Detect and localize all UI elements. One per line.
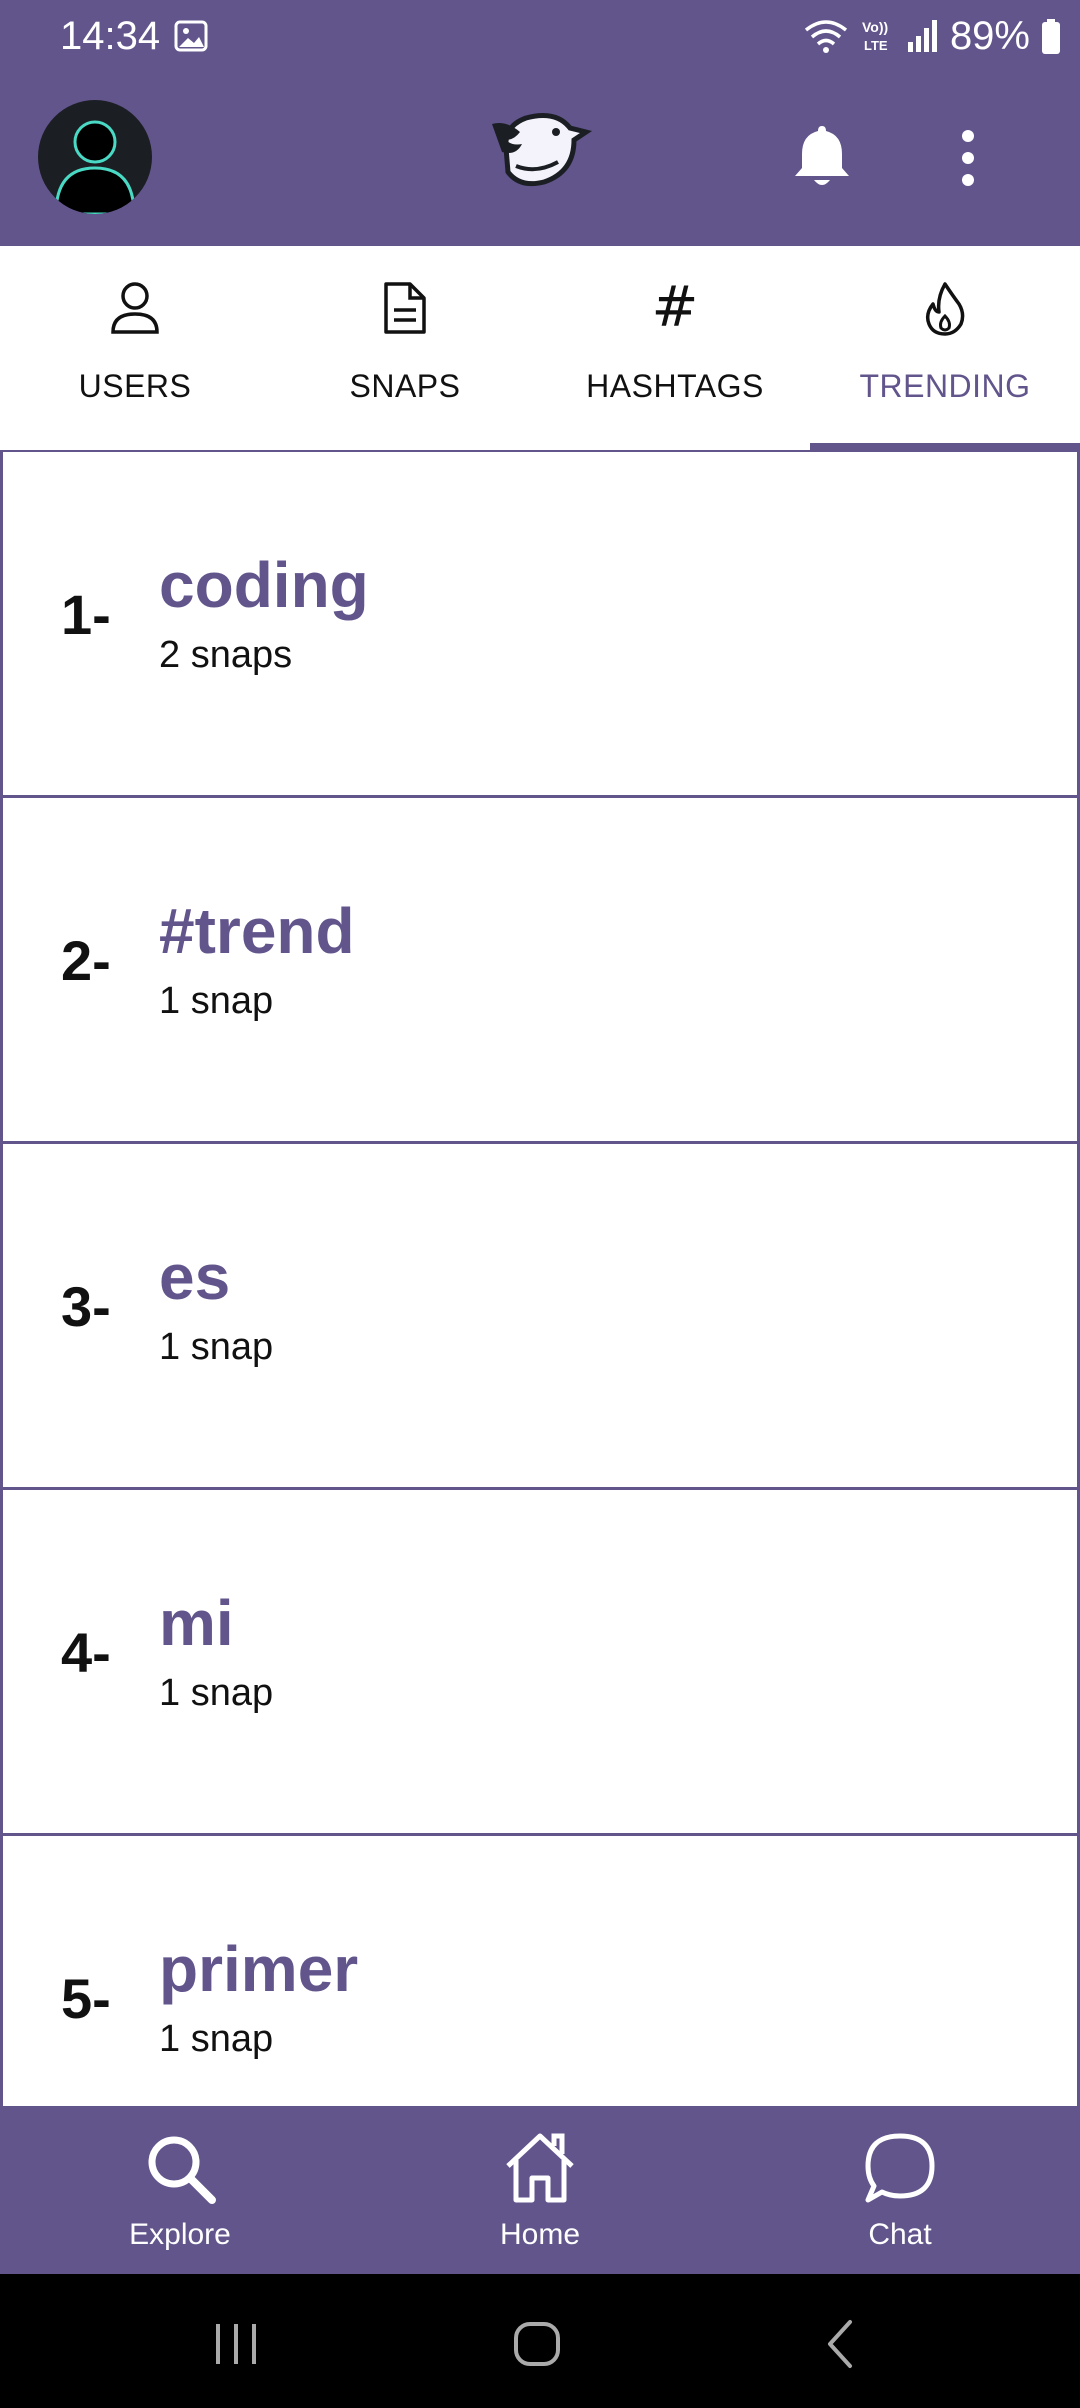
recent-apps-icon[interactable] [206, 2314, 266, 2374]
trending-tag[interactable]: mi [159, 1586, 234, 1660]
tab-label: HASHTAGS [586, 368, 764, 404]
trending-tag[interactable]: coding [159, 548, 369, 622]
trending-rank: 4- [61, 1621, 111, 1684]
trending-rank: 5- [61, 1967, 111, 2030]
tab-bar: USERS SNAPS # HASHTAGS TRENDING [0, 246, 1080, 450]
trending-tag[interactable]: #trend [159, 894, 355, 968]
nav-chat[interactable]: Chat [720, 2106, 1080, 2274]
chat-icon [865, 2133, 935, 2203]
status-bar: 14:34 Vo)) LTE 89% [0, 0, 1080, 72]
tab-trending[interactable]: TRENDING [810, 246, 1080, 450]
gallery-icon [174, 20, 208, 52]
nav-label: Explore [129, 2218, 231, 2251]
trending-count: 1 snap [159, 1326, 274, 1368]
tab-snaps[interactable]: SNAPS [270, 246, 540, 450]
trending-count: 2 snaps [159, 634, 293, 676]
nav-label: Chat [868, 2218, 932, 2251]
trending-tag[interactable]: primer [159, 1932, 358, 2006]
bottom-nav: Explore Home Chat [0, 2106, 1080, 2274]
trending-item[interactable]: 4- mi 1 snap [0, 1490, 1080, 1836]
trending-rank: 3- [61, 1275, 111, 1338]
tab-label: SNAPS [349, 368, 461, 404]
tab-hashtags[interactable]: # HASHTAGS [540, 246, 810, 450]
battery-icon [1042, 19, 1060, 54]
app-header [0, 72, 1080, 246]
trending-item[interactable]: 2- #trend 1 snap [0, 798, 1080, 1144]
home-icon [506, 2133, 574, 2203]
tab-users[interactable]: USERS [0, 246, 270, 450]
trending-rank: 2- [61, 929, 111, 992]
nav-home[interactable]: Home [360, 2106, 720, 2274]
trending-list: 1- coding 2 snaps 2- #trend 1 snap 3- es… [0, 450, 1080, 2106]
trending-item[interactable]: 5- primer 1 snap [0, 1836, 1080, 2106]
volte-icon: Vo)) LTE [862, 19, 888, 53]
user-avatar-icon [54, 120, 136, 214]
svg-text:LTE: LTE [864, 38, 888, 53]
trending-count: 1 snap [159, 2018, 274, 2060]
trending-count: 1 snap [159, 1672, 274, 1714]
home-button-icon[interactable] [508, 2314, 568, 2374]
nav-label: Home [499, 2218, 581, 2251]
battery-percentage: 89% [949, 13, 1030, 58]
trending-tag[interactable]: es [159, 1240, 230, 1314]
status-time: 14:34 [60, 14, 161, 58]
tab-label: USERS [78, 368, 192, 404]
back-icon[interactable] [812, 2314, 872, 2374]
tab-label: TRENDING [859, 368, 1031, 404]
hash-icon: # [651, 275, 699, 340]
signal-icon [907, 20, 937, 52]
person-icon [107, 278, 163, 338]
search-icon [148, 2136, 216, 2204]
trending-item[interactable]: 1- coding 2 snaps [0, 452, 1080, 798]
avatar[interactable] [38, 100, 152, 214]
more-vert-icon[interactable] [950, 126, 986, 190]
trending-count: 1 snap [159, 980, 274, 1022]
svg-text:Vo)): Vo)) [862, 19, 888, 35]
bell-icon[interactable] [792, 122, 852, 190]
flame-icon [917, 278, 973, 338]
status-right: Vo)) LTE 89% [802, 12, 1062, 60]
nav-explore[interactable]: Explore [0, 2106, 360, 2274]
system-nav-bar [0, 2274, 1080, 2408]
trending-rank: 1- [61, 583, 111, 646]
app-logo-icon [492, 113, 593, 187]
document-icon [377, 278, 433, 338]
wifi-icon [804, 20, 848, 53]
trending-item[interactable]: 3- es 1 snap [0, 1144, 1080, 1490]
